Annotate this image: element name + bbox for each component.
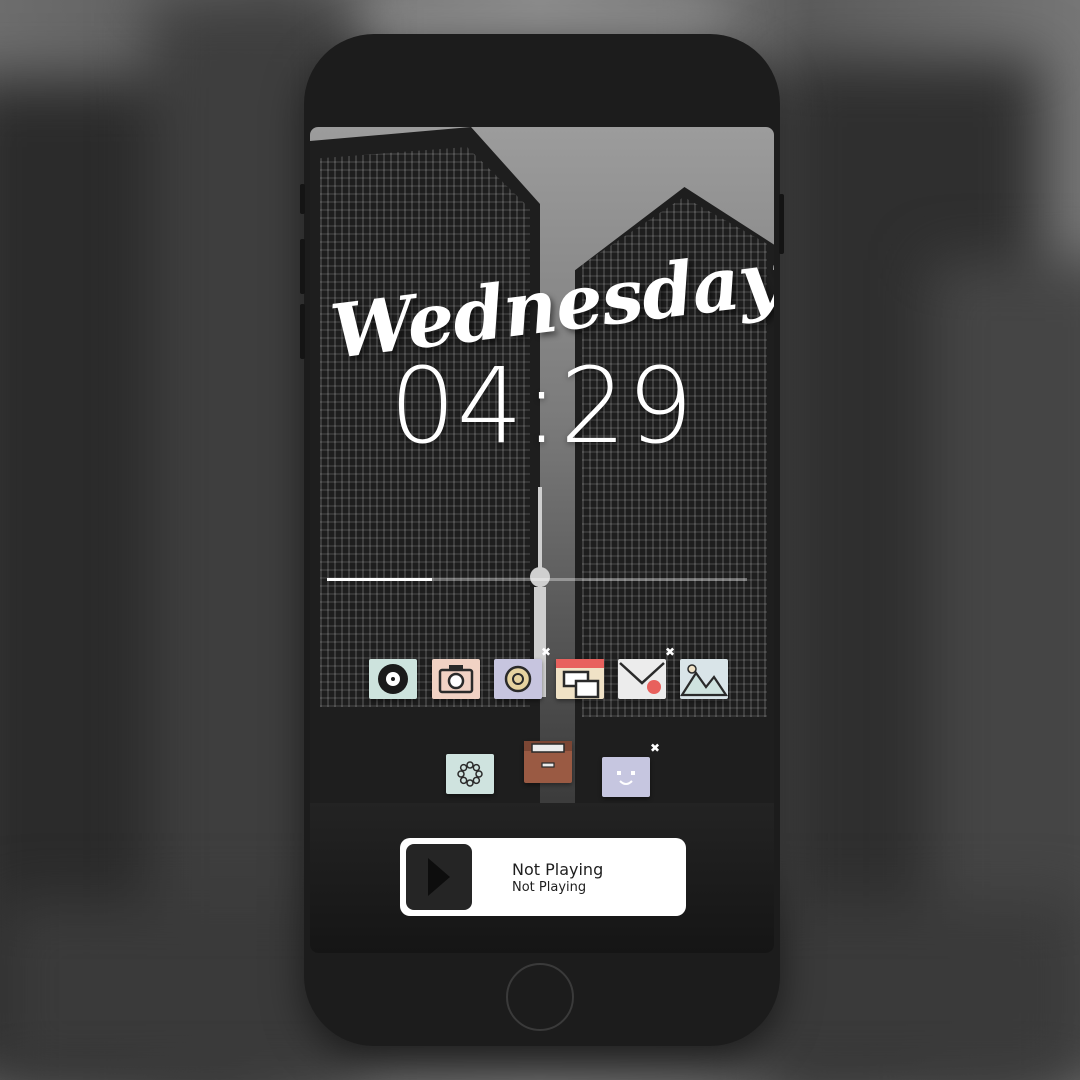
mail-envelope-icon[interactable] bbox=[618, 659, 666, 699]
now-playing-widget[interactable]: Not Playing Not Playing bbox=[400, 838, 686, 916]
smiley-face-icon[interactable] bbox=[602, 757, 650, 797]
media-progress-fill bbox=[327, 578, 432, 581]
phone-frame: Wednesday 04:29 ✖ ✖ ✖ Not Playing Not Pl… bbox=[300, 34, 784, 1046]
photos-mountain-icon[interactable] bbox=[679, 659, 729, 699]
track-title: Not Playing bbox=[512, 860, 604, 879]
vinyl-record-icon[interactable] bbox=[369, 659, 417, 699]
lock-screen: Wednesday 04:29 ✖ ✖ ✖ Not Playing Not Pl… bbox=[310, 127, 774, 953]
chevron-right-icon bbox=[428, 858, 450, 896]
media-progress-bar[interactable] bbox=[327, 578, 747, 581]
cabinet-drawer-icon[interactable] bbox=[524, 741, 572, 783]
album-art bbox=[406, 844, 472, 910]
camera-icon[interactable] bbox=[432, 659, 480, 699]
home-button[interactable] bbox=[506, 963, 574, 1031]
music-disc-icon[interactable] bbox=[494, 659, 542, 699]
pin-badge-icon: ✖ bbox=[541, 645, 552, 659]
pin-badge-icon: ✖ bbox=[650, 741, 661, 755]
clock-time: 04:29 bbox=[389, 345, 695, 467]
track-artist: Not Playing bbox=[512, 880, 587, 895]
pin-badge-icon: ✖ bbox=[665, 645, 676, 659]
settings-dial-icon[interactable] bbox=[446, 754, 494, 794]
layout-window-icon[interactable] bbox=[556, 659, 604, 699]
